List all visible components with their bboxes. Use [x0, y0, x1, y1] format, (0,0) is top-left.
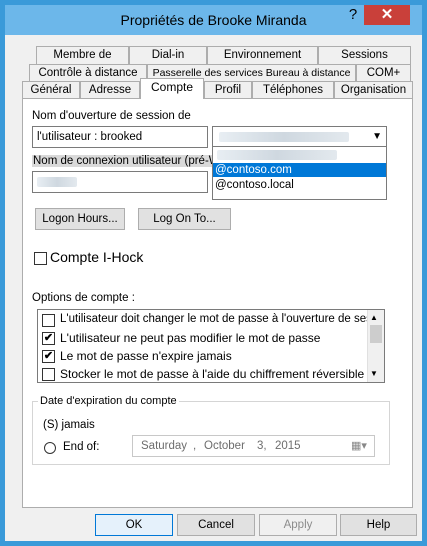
properties-window: Propriétés de Brooke Miranda ? ✕ Membre … — [0, 0, 427, 546]
tab-compte[interactable]: Compte — [140, 78, 204, 99]
date-day: 3, — [257, 440, 267, 452]
expiration-label: Date d'expiration du compte — [38, 395, 179, 407]
date-month: October — [204, 440, 245, 452]
ok-button[interactable]: OK — [95, 514, 173, 536]
option-label: L'utilisateur doit changer le mot de pas… — [60, 313, 385, 325]
option-label: Stocker le mot de passe à l'aide du chif… — [60, 367, 365, 381]
logon-hours-button[interactable]: Logon Hours... — [35, 208, 125, 230]
domain-dropdown-list: @contoso.com @contoso.local — [212, 146, 387, 200]
tab-sessions[interactable]: Sessions — [318, 46, 411, 64]
close-button[interactable]: ✕ — [364, 5, 410, 25]
never-expires-option[interactable]: (S) jamais — [43, 419, 95, 431]
logon-name-label: Nom d'ouverture de session de — [32, 110, 191, 122]
end-of-label: End of: — [63, 441, 100, 453]
tab-general[interactable]: Général — [22, 81, 80, 99]
end-of-radio[interactable] — [44, 442, 56, 454]
option-label: L'utilisateur ne peut pas modifier le mo… — [60, 331, 321, 345]
account-options-label: Options de compte : — [32, 292, 135, 304]
tab-organisation[interactable]: Organisation — [334, 81, 413, 99]
list-item[interactable]: Stocker le mot de passe à l'aide du chif… — [38, 366, 368, 382]
account-options-list[interactable]: L'utilisateur doit changer le mot de pas… — [37, 309, 385, 383]
redacted-domain — [219, 132, 349, 142]
log-on-to-button[interactable]: Log On To... — [138, 208, 231, 230]
apply-button[interactable]: Apply — [259, 514, 337, 536]
tab-dial-in[interactable]: Dial-in — [129, 46, 207, 64]
tab-profil[interactable]: Profil — [204, 81, 252, 99]
tab-membre-de[interactable]: Membre de — [36, 46, 129, 64]
date-weekday: Saturday — [141, 440, 188, 452]
list-item[interactable]: ✔ Le mot de passe n'expire jamais — [38, 348, 368, 366]
calendar-icon[interactable]: ▦▾ — [351, 436, 367, 456]
domain-option-contoso-com[interactable]: @contoso.com — [213, 163, 386, 177]
option-checkbox[interactable] — [42, 314, 55, 327]
tab-com-plus[interactable]: COM+ — [356, 64, 411, 82]
tab-controle-a-distance[interactable]: Contrôle à distance — [29, 64, 147, 82]
cancel-button[interactable]: Cancel — [177, 514, 255, 536]
unlock-account-label: Compte I-Hock — [50, 249, 144, 265]
date-year: 2015 — [275, 440, 301, 452]
options-scrollbar[interactable]: ▲ ▼ — [367, 310, 384, 382]
pre2000-domain-field — [32, 171, 208, 193]
redacted-option — [217, 150, 337, 160]
unlock-account-checkbox[interactable] — [34, 252, 47, 265]
tab-telephones[interactable]: Téléphones — [252, 81, 334, 99]
option-label: Le mot de passe n'expire jamais — [60, 349, 232, 363]
option-checkbox[interactable]: ✔ — [42, 350, 55, 363]
title-bar[interactable]: Propriétés de Brooke Miranda ? ✕ — [5, 5, 422, 35]
option-checkbox[interactable] — [42, 368, 55, 381]
redacted-pre2000-domain — [37, 177, 77, 187]
date-separator: , — [193, 440, 197, 452]
list-item[interactable]: ✔ L'utilisateur ne peut pas modifier le … — [38, 330, 368, 348]
expiration-date-picker[interactable]: Saturday , October 3, 2015 ▦▾ — [132, 435, 375, 457]
help-button[interactable]: Help — [340, 514, 417, 536]
domain-select[interactable]: ▼ — [212, 126, 387, 148]
scroll-down-icon[interactable]: ▼ — [370, 369, 378, 378]
scroll-up-icon[interactable]: ▲ — [370, 313, 378, 322]
tab-environnement[interactable]: Environnement — [207, 46, 318, 64]
option-checkbox[interactable]: ✔ — [42, 332, 55, 345]
tab-adresse[interactable]: Adresse — [80, 81, 140, 99]
scroll-thumb[interactable] — [370, 325, 382, 343]
logon-name-input[interactable]: l'utilisateur : brooked — [32, 126, 208, 148]
list-item[interactable]: L'utilisateur doit changer le mot de pas… — [38, 312, 384, 330]
domain-option-contoso-local[interactable]: @contoso.local — [213, 178, 386, 192]
chevron-down-icon[interactable]: ▼ — [372, 127, 382, 147]
